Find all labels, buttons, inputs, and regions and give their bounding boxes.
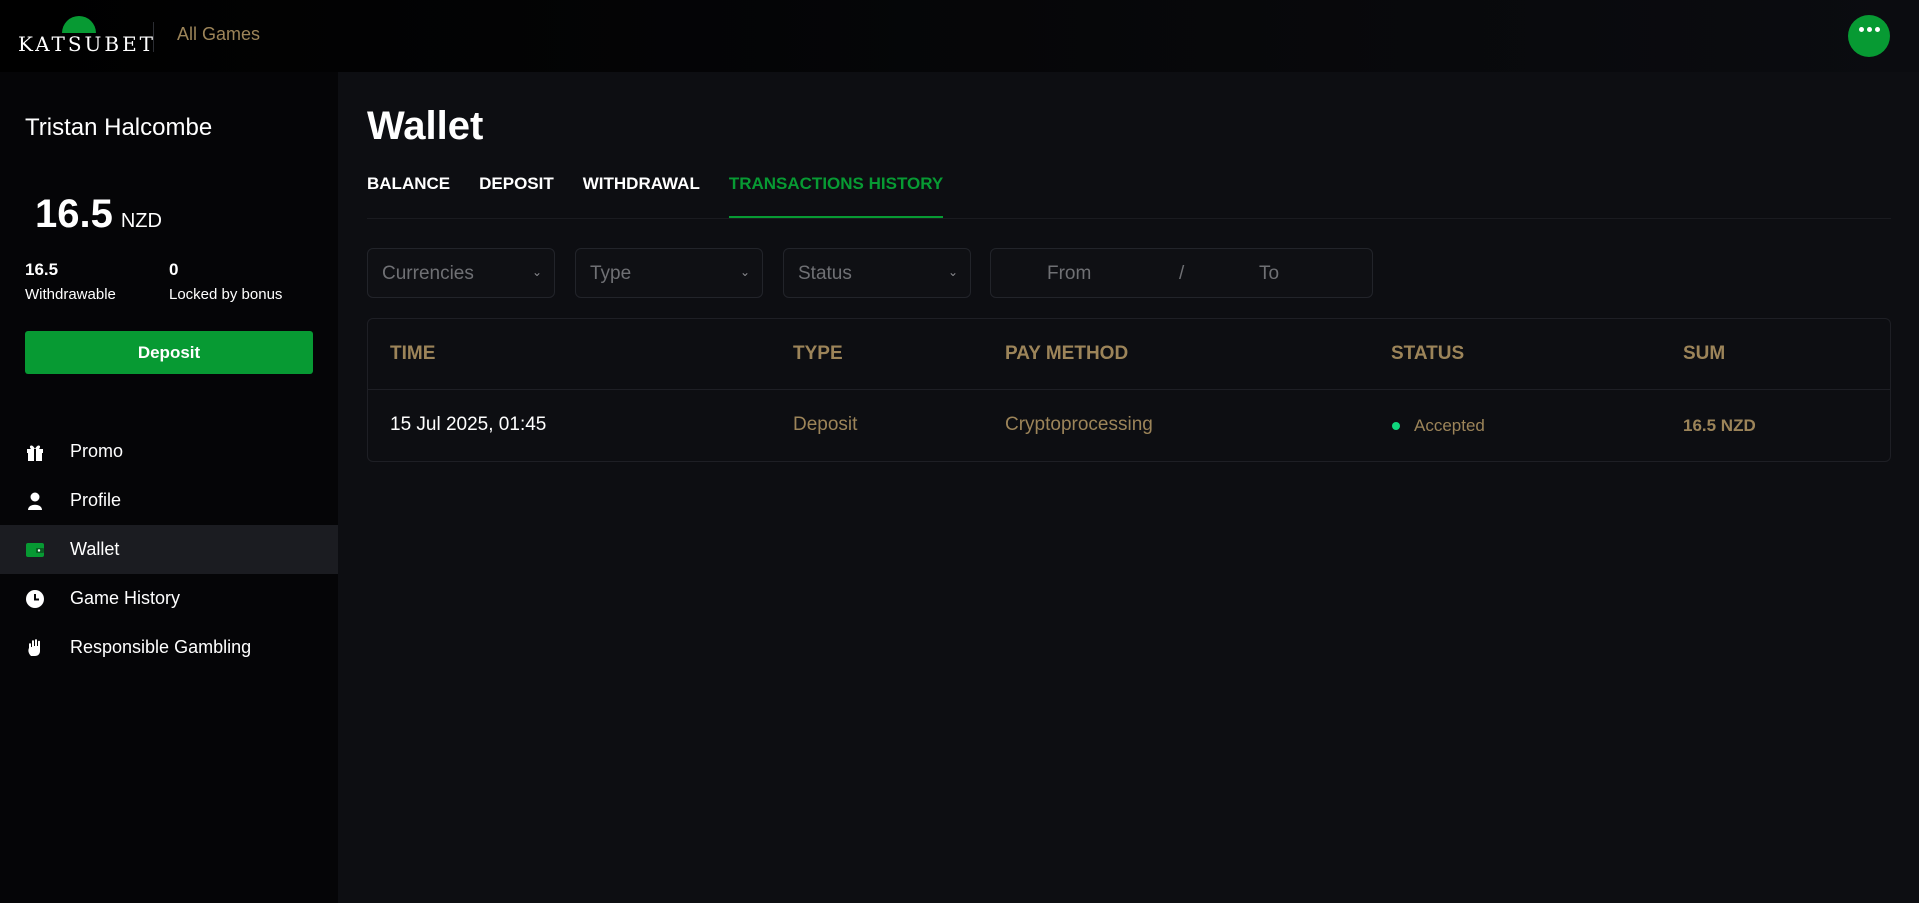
wallet-tabs: BALANCE DEPOSIT WITHDRAWAL TRANSACTIONS … [367, 174, 972, 218]
dot-icon [1866, 26, 1872, 32]
currencies-select[interactable]: Currencies ⌄ [367, 248, 555, 298]
sidebar-item-responsible-gambling[interactable]: Responsible Gambling [0, 623, 338, 672]
currencies-placeholder: Currencies [382, 263, 474, 284]
column-header-status: STATUS [1391, 343, 1465, 364]
sidebar-item-profile[interactable]: Profile [0, 476, 338, 525]
balance-amount: 16.5 [35, 192, 113, 236]
locked-label: Locked by bonus [169, 286, 283, 303]
column-header-sum: SUM [1683, 343, 1726, 364]
date-to-field[interactable]: To [1259, 263, 1279, 285]
sidebar-item-label: Profile [70, 490, 122, 510]
withdrawable-label: Withdrawable [25, 286, 116, 303]
column-header-pay-method: PAY METHOD [1005, 343, 1129, 364]
gift-icon [25, 442, 45, 462]
sidebar-nav: Promo Profile Wallet Game History Respon… [0, 427, 338, 672]
hand-icon [25, 638, 45, 658]
tab-deposit[interactable]: DEPOSIT [479, 174, 554, 218]
tabs-divider [367, 218, 1891, 219]
type-placeholder: Type [590, 263, 632, 284]
balance: 16.5 NZD [35, 192, 162, 237]
deposit-button[interactable]: Deposit [25, 331, 313, 374]
sidebar-item-label: Game History [70, 588, 181, 608]
cell-time: 15 Jul 2025, 01:45 [390, 414, 547, 435]
sidebar: Tristan Halcombe 16.5 NZD 16.5 Withdrawab… [0, 72, 338, 903]
all-games-link[interactable]: All Games [177, 24, 260, 45]
user-name: Tristan Halcombe [25, 114, 213, 141]
date-from-field[interactable]: From [1047, 263, 1091, 285]
sidebar-item-promo[interactable]: Promo [0, 427, 338, 476]
tab-balance[interactable]: BALANCE [367, 174, 450, 218]
dot-icon [1874, 26, 1880, 32]
chevron-down-icon: ⌄ [739, 265, 750, 279]
table-row: 15 Jul 2025, 01:45 Deposit Cryptoprocess… [368, 390, 1890, 462]
locked-value: 0 [169, 260, 179, 279]
sidebar-item-label: Responsible Gambling [70, 637, 252, 657]
date-separator: / [1179, 263, 1185, 284]
status-dot-icon [1392, 422, 1400, 430]
type-select[interactable]: Type ⌄ [575, 248, 763, 298]
date-range-picker[interactable]: From / To [990, 248, 1373, 298]
status-label: Accepted [1414, 416, 1485, 435]
sidebar-item-game-history[interactable]: Game History [0, 574, 338, 623]
tab-transactions-history[interactable]: TRANSACTIONS HISTORY [728, 174, 944, 218]
logo-text: KATSUBET [18, 32, 157, 56]
withdrawable-balance: 16.5 Withdrawable [25, 260, 116, 303]
chevron-down-icon: ⌄ [947, 265, 958, 279]
more-menu-button[interactable] [1848, 15, 1890, 57]
wallet-icon [25, 540, 45, 560]
user-icon [25, 491, 45, 511]
cell-pay-method: Cryptoprocessing [1005, 414, 1153, 435]
cell-type: Deposit [793, 414, 858, 435]
column-header-time: TIME [390, 343, 436, 364]
clock-icon [25, 589, 45, 609]
withdrawable-value: 16.5 [25, 260, 59, 279]
locked-balance: 0 Locked by bonus [169, 260, 282, 303]
sidebar-item-label: Promo [70, 441, 124, 461]
sidebar-item-wallet[interactable]: Wallet [0, 525, 338, 574]
sidebar-item-label: Wallet [70, 539, 120, 559]
column-header-type: TYPE [793, 343, 843, 364]
balance-currency: NZD [120, 210, 162, 232]
katsubet-logo[interactable]: KATSUBET [18, 16, 153, 56]
top-bar: KATSUBET All Games [0, 0, 1919, 72]
cell-sum: 16.5 NZD [1683, 416, 1756, 435]
tab-withdrawal[interactable]: WITHDRAWAL [583, 174, 700, 218]
table-header: TIME TYPE PAY METHOD STATUS SUM [368, 319, 1890, 390]
chevron-down-icon: ⌄ [531, 265, 542, 279]
header-divider [153, 22, 154, 52]
dot-icon [1858, 26, 1864, 32]
page-title: Wallet [367, 104, 484, 148]
status-select[interactable]: Status ⌄ [783, 248, 971, 298]
transactions-table: TIME TYPE PAY METHOD STATUS SUM 15 Jul 2… [367, 318, 1891, 462]
logo-dome-icon [62, 16, 96, 33]
status-placeholder: Status [798, 263, 852, 284]
cell-status: Accepted [1392, 416, 1485, 436]
